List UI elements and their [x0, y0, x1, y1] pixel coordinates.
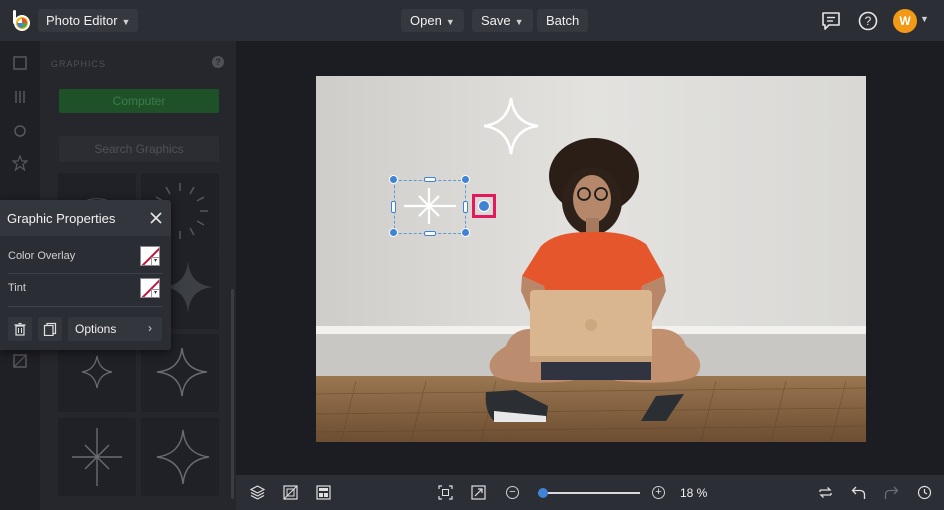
user-avatar[interactable]: W — [893, 9, 917, 33]
popup-header: Graphic Properties — [0, 200, 171, 236]
chevron-down-icon: ▾ — [151, 257, 159, 265]
resize-handle-bottom[interactable] — [424, 231, 436, 236]
flip-icon[interactable] — [818, 485, 833, 500]
batch-button[interactable]: Batch — [537, 9, 589, 32]
chevron-down-icon[interactable]: ▼ — [920, 14, 929, 24]
texture-icon[interactable] — [12, 353, 28, 369]
canvas-photo[interactable] — [316, 76, 866, 442]
delete-button[interactable] — [8, 317, 32, 341]
save-menu-button[interactable]: Save ▼ — [472, 9, 533, 32]
open-menu-button[interactable]: Open ▼ — [401, 9, 464, 32]
resize-handle-top-right[interactable] — [461, 175, 470, 184]
comments-icon[interactable] — [820, 10, 842, 32]
four-point-star-icon — [156, 429, 210, 485]
divider — [8, 306, 163, 307]
chevron-down-icon: ▼ — [445, 17, 455, 27]
top-bar: Photo Editor ▼ Open ▼ Save ▼ Batch ? W ▼ — [0, 0, 944, 41]
help-icon[interactable]: ? — [857, 10, 879, 32]
adjust-icon[interactable] — [12, 89, 28, 105]
resize-handle-right[interactable] — [463, 201, 468, 213]
divider — [8, 273, 163, 274]
zoom-in-button[interactable]: + — [652, 486, 665, 499]
layout-icon[interactable] — [316, 485, 331, 500]
resize-handle-bottom-left[interactable] — [389, 228, 398, 237]
resize-handle-bottom-right[interactable] — [461, 228, 470, 237]
duplicate-button[interactable] — [38, 317, 62, 341]
options-button[interactable]: Options › — [68, 317, 162, 341]
zoom-slider-knob[interactable] — [538, 488, 548, 498]
options-label: Options — [75, 322, 117, 336]
befunky-logo-icon[interactable] — [9, 8, 33, 32]
chevron-right-icon: › — [148, 321, 152, 335]
tint-label: Tint — [8, 282, 26, 294]
tint-swatch[interactable]: ▾ — [140, 278, 160, 298]
selection-box[interactable] — [394, 180, 466, 234]
eye-icon[interactable] — [12, 123, 28, 139]
panel-scrollbar[interactable] — [231, 289, 234, 499]
color-overlay-label: Color Overlay — [8, 250, 76, 262]
color-overlay-swatch[interactable]: ▾ — [140, 246, 160, 266]
chevron-down-icon: ▼ — [121, 17, 131, 27]
star-icon[interactable] — [12, 155, 28, 171]
close-icon[interactable] — [149, 211, 163, 225]
graphic-tile-star-thin[interactable] — [141, 418, 219, 496]
resize-handle-top-left[interactable] — [389, 175, 398, 184]
zoom-slider-track[interactable] — [538, 492, 640, 494]
asterisk-star-icon — [72, 428, 122, 486]
undo-icon[interactable] — [851, 485, 866, 500]
rotate-handle[interactable] — [478, 200, 490, 212]
trash-icon — [14, 322, 26, 336]
search-graphics-input[interactable]: Search Graphics — [59, 136, 219, 162]
graphic-tile-asterisk[interactable] — [58, 418, 136, 496]
resize-handle-left[interactable] — [391, 201, 396, 213]
zoom-value: 18 % — [680, 486, 708, 500]
layers-icon[interactable] — [250, 485, 265, 500]
app-switcher-dropdown[interactable]: Photo Editor ▼ — [38, 9, 139, 32]
duplicate-icon — [43, 322, 57, 336]
batch-label: Batch — [546, 13, 580, 28]
panel-title: GRAPHICS — [51, 59, 107, 69]
redo-icon[interactable] — [884, 485, 899, 500]
app-switcher-label: Photo Editor — [46, 13, 118, 28]
save-menu-label: Save — [481, 13, 511, 28]
svg-text:?: ? — [865, 14, 872, 28]
photo-woman-laptop — [316, 76, 866, 442]
photo-editor-app: Photo Editor▼ Open▼ Save▼ Batch ? W ▼ — [0, 0, 944, 510]
chevron-down-icon: ▼ — [514, 17, 524, 27]
open-menu-label: Open — [410, 13, 442, 28]
chevron-down-icon: ▾ — [151, 289, 159, 297]
resize-handle-top[interactable] — [424, 177, 436, 182]
popup-title: Graphic Properties — [7, 211, 116, 226]
history-icon[interactable] — [917, 485, 932, 500]
computer-upload-button[interactable]: Computer — [59, 89, 219, 113]
fit-to-screen-icon[interactable] — [438, 485, 453, 500]
zoom-out-button[interactable]: − — [506, 486, 519, 499]
resize-canvas-icon[interactable] — [283, 485, 298, 500]
edit-icon[interactable] — [12, 55, 28, 71]
help-icon[interactable]: ? — [212, 56, 224, 68]
actual-size-icon[interactable] — [471, 485, 486, 500]
